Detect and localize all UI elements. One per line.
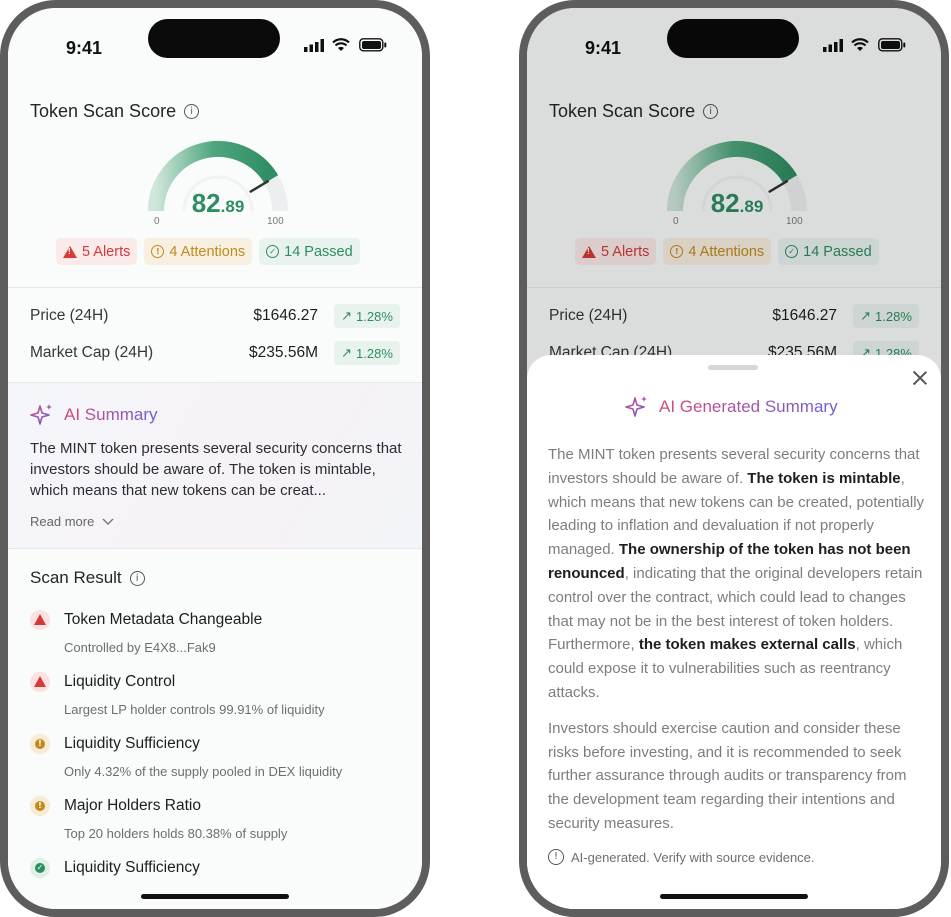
ai-disclaimer-text: AI-generated. Verify with source evidenc… [571,849,815,865]
phone-summary-sheet-screen: 9:41 Token Scan Score i 0 100 82.89 ! 5 … [519,0,949,917]
attention-icon: ! [30,734,50,754]
market-cap-change-badge: ↗ 1.28% [334,341,400,365]
passed-chip-label: 14 Passed [284,243,353,260]
market-cap-value: $235.56M [249,344,318,361]
summary-paragraph-2: Investors should exercise caution and co… [548,719,907,832]
sheet-summary-body: The MINT token presents several security… [548,443,926,848]
scan-item-desc: Largest LP holder controls 99.91% of liq… [64,702,325,717]
scan-item-name: Token Metadata Changeable [64,611,263,628]
divider [8,548,422,549]
sheet-title: AI Generated Summary [625,395,838,419]
summary-highlight: The token is mintable [747,469,901,487]
score-integer: 82 [191,188,221,218]
scan-item-desc: Only 4.32% of the supply pooled in DEX l… [64,764,343,779]
alert-triangle-icon [30,672,50,692]
gauge-needle [249,180,270,193]
ai-disclaimer: ! AI-generated. Verify with source evide… [548,849,815,865]
scan-item[interactable]: Liquidity Control Largest LP holder cont… [30,672,410,728]
ai-summary-title: AI Summary [64,405,158,424]
home-indicator[interactable] [660,894,808,899]
result-chips: 5 Alerts ! 4 Attentions ✓ 14 Passed [56,238,360,265]
close-icon[interactable] [911,369,929,387]
ai-summary-card[interactable]: AI Summary The MINT token presents sever… [8,383,422,548]
trend-up-icon: ↗ [341,308,353,323]
attention-icon: ! [151,245,165,258]
gauge-max-label: 100 [267,216,284,227]
sparkle-icon [30,404,52,425]
status-icons [304,37,394,57]
score-title-text: Token Scan Score [30,101,177,121]
gauge-min-label: 0 [154,216,160,227]
ai-summary-bottom-sheet: AI Generated Summary The MINT token pres… [527,355,941,909]
price-row: Price (24H) $1646.27 ↗ 1.28% [30,304,400,328]
alert-triangle-icon [30,610,50,630]
score-title: Token Scan Score i [30,101,200,122]
trend-up-icon: ↗ [341,345,353,360]
scan-item-name: Liquidity Sufficiency [64,735,200,752]
read-more-label: Read more [30,514,95,529]
scan-result-title-text: Scan Result [30,568,122,587]
phone-main-screen: 9:41 Token Scan Score i 0 100 82.89 ! 5 … [0,0,430,917]
summary-highlight: the token makes external calls [638,636,856,654]
check-circle-icon: ✓ [266,245,280,258]
wifi-icon [332,38,350,51]
scan-item-name: Liquidity Control [64,673,176,690]
scan-item[interactable]: Token Metadata Changeable Controlled by … [30,610,410,666]
ai-summary-preview: The MINT token presents several security… [30,440,402,499]
price-value: $1646.27 [253,307,318,324]
scan-result-title: Scan Result i [30,568,145,588]
signal-icon [304,39,324,52]
sparkle-icon [625,396,647,417]
info-icon: ! [548,849,564,865]
read-more-link[interactable]: Read more [30,514,114,529]
sheet-grabber[interactable] [708,365,758,370]
attention-icon: ! [30,796,50,816]
chevron-down-icon [102,518,114,525]
info-icon[interactable]: i [129,570,145,586]
check-circle-icon: ✓ [30,858,50,878]
status-time: 9:41 [66,38,103,58]
ai-summary-header: AI Summary [30,403,158,427]
token-scan-screen: 9:41 Token Scan Score i 0 100 82.89 ! 5 … [8,8,422,909]
market-cap-label: Market Cap (24H) [30,344,154,361]
price-change: 1.28% [356,308,393,324]
scan-item[interactable]: ! Major Holders Ratio Top 20 holders hol… [30,796,410,852]
token-scan-screen-background: 9:41 Token Scan Score i 0 100 82.89 ! 5 … [527,8,941,909]
market-cap-row: Market Cap (24H) $235.56M ↗ 1.28% [30,341,400,365]
alert-triangle-icon [63,245,77,258]
passed-chip[interactable]: ✓ 14 Passed [259,238,360,265]
battery-icon [359,38,387,52]
attentions-chip[interactable]: ! 4 Attentions [144,238,253,265]
score-value: 82.89 [183,188,253,219]
scan-item-name: Liquidity Sufficiency [64,859,200,876]
home-indicator[interactable] [141,894,289,899]
info-icon[interactable]: i [184,104,200,119]
divider [8,287,422,288]
market-cap-change: 1.28% [356,345,393,361]
attentions-chip-label: 4 Attentions [169,243,246,260]
price-change-badge: ↗ 1.28% [334,304,400,328]
summary-paragraph-1: The MINT token presents several security… [548,443,926,705]
scan-item-desc: Controlled by E4X8...Fak9 [64,640,216,655]
alerts-chip-label: 5 Alerts [82,243,131,260]
scan-item[interactable]: ! Liquidity Sufficiency Only 4.32% of th… [30,734,410,790]
dynamic-island [148,19,280,58]
price-label: Price (24H) [30,307,109,324]
sheet-title-text: AI Generated Summary [659,397,838,416]
scan-item[interactable]: ✓ Liquidity Sufficiency [30,858,410,909]
scan-item-desc: Top 20 holders holds 80.38% of supply [64,826,288,841]
scan-item-name: Major Holders Ratio [64,797,201,814]
alerts-chip[interactable]: 5 Alerts [56,238,138,265]
score-decimal: .89 [220,197,245,216]
